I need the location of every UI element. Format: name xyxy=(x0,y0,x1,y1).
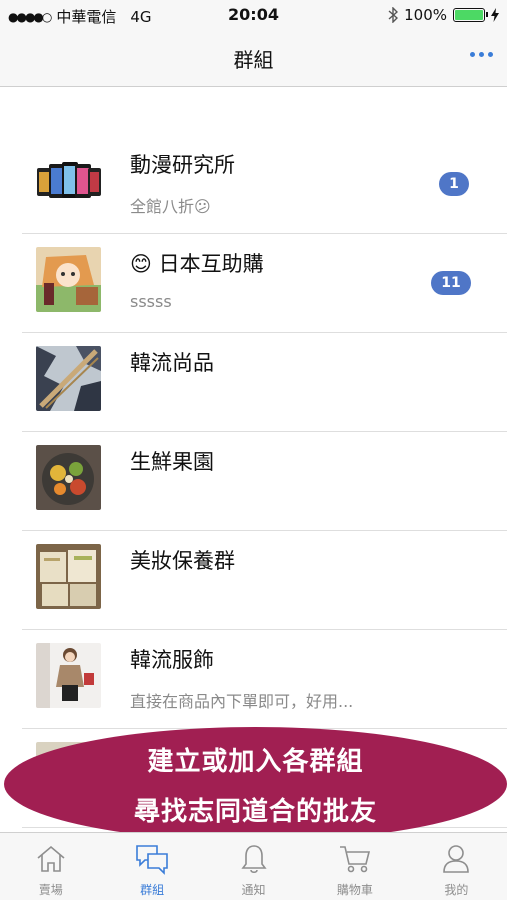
tab-notifications[interactable]: 通知 xyxy=(203,833,304,900)
group-item[interactable]: 美妝保養群 xyxy=(22,531,507,630)
unread-badge: 1 xyxy=(439,172,469,196)
group-thumbnail-cosmetics xyxy=(36,544,101,609)
tab-label: 賣場 xyxy=(38,883,63,897)
navigation-bar: 群組 xyxy=(0,30,507,87)
group-name: 美妝保養群 xyxy=(130,549,235,573)
cart-icon xyxy=(339,846,370,873)
group-last-message: 全館八折😕 xyxy=(130,197,211,216)
tab-bar: 賣場 群組 通知 購物車 我的 xyxy=(0,832,507,900)
group-item[interactable]: 生鮮果園 xyxy=(22,432,507,531)
tab-groups[interactable]: 群組 xyxy=(101,833,202,900)
group-thumbnail-fashion xyxy=(36,643,101,708)
home-icon xyxy=(37,845,65,872)
bell-icon xyxy=(240,845,267,874)
tab-store[interactable]: 賣場 xyxy=(0,833,101,900)
group-item[interactable]: 動漫研究所 全館八折😕 1 xyxy=(22,135,507,234)
tab-label: 我的 xyxy=(444,883,469,897)
person-icon xyxy=(443,845,470,873)
group-last-message: sssss xyxy=(130,292,172,311)
group-item[interactable]: 韓流服飾 直接在商品內下單即可，好用... xyxy=(22,630,507,729)
tab-label: 通知 xyxy=(241,883,266,897)
chat-bubbles-icon xyxy=(136,845,168,875)
page-title: 群組 xyxy=(233,48,274,72)
group-thumbnail-anime xyxy=(36,247,101,312)
group-thumbnail-fruit xyxy=(36,445,101,510)
tab-label: 群組 xyxy=(140,883,165,897)
tab-profile[interactable]: 我的 xyxy=(406,833,507,900)
group-item[interactable]: 😊 日本互助購 sssss 11 xyxy=(22,234,507,333)
promo-banner: 建立或加入各群組 尋找志同道合的批友 xyxy=(4,727,507,841)
status-right: 100% xyxy=(388,6,499,24)
group-name: 韓流尚品 xyxy=(130,351,214,375)
tab-label: 購物車 xyxy=(336,883,373,897)
tab-cart[interactable]: 購物車 xyxy=(304,833,405,900)
battery-percent: 100% xyxy=(404,6,447,24)
group-thumbnail-phones xyxy=(36,148,101,213)
ellipsis-icon[interactable] xyxy=(470,52,493,57)
group-item[interactable]: 韓流尚品 xyxy=(22,333,507,432)
group-list: 動漫研究所 全館八折😕 1 😊 日本互助購 sssss 11 韓流尚品 生鮮果園… xyxy=(0,135,507,828)
status-bar: ●●●●○ 中華電信 4G 20:04 100% xyxy=(0,0,507,30)
group-thumbnail-fabric xyxy=(36,346,101,411)
bluetooth-icon xyxy=(388,7,399,23)
promo-line-1: 建立或加入各群組 xyxy=(147,747,364,777)
group-name: 韓流服飾 xyxy=(130,648,214,672)
group-last-message: 直接在商品內下單即可，好用... xyxy=(130,692,354,711)
unread-badge: 11 xyxy=(431,271,471,295)
promo-line-2: 尋找志同道合的批友 xyxy=(133,797,377,827)
charging-icon xyxy=(491,8,499,22)
group-name: 動漫研究所 xyxy=(130,153,235,177)
group-name: 生鮮果園 xyxy=(130,450,214,474)
group-name: 😊 日本互助購 xyxy=(130,252,264,276)
battery-icon xyxy=(453,8,488,22)
